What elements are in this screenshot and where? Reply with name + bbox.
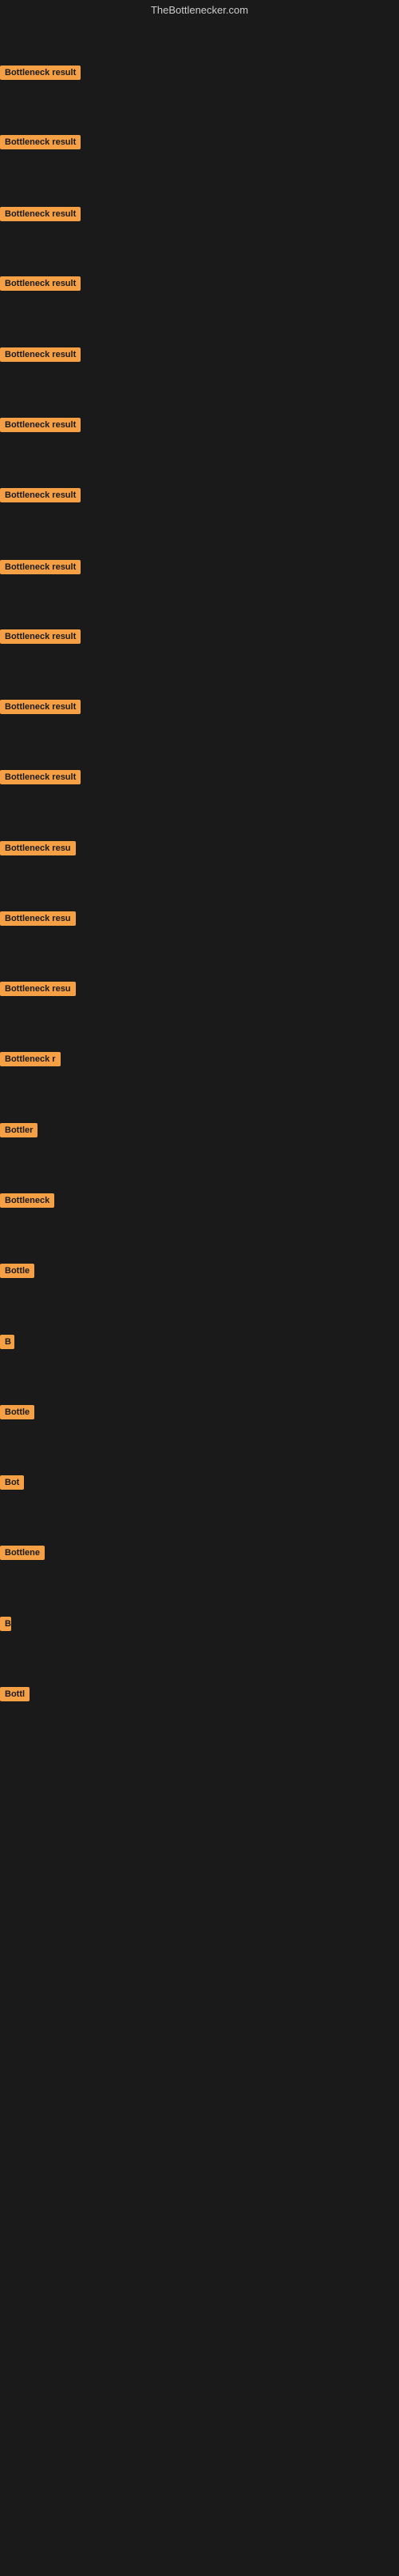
bottleneck-badge-6[interactable]: Bottleneck result <box>0 418 81 436</box>
bottleneck-badge-9[interactable]: Bottleneck result <box>0 629 81 648</box>
bottleneck-badge-19[interactable]: B <box>0 1335 14 1353</box>
bottleneck-badge-14[interactable]: Bottleneck resu <box>0 982 76 1000</box>
bottleneck-badge-label-24: Bottl <box>0 1687 30 1701</box>
bottleneck-badge-18[interactable]: Bottle <box>0 1264 34 1282</box>
bottleneck-badge-label-7: Bottleneck result <box>0 488 81 502</box>
bottleneck-badge-15[interactable]: Bottleneck r <box>0 1052 61 1070</box>
bottleneck-badge-1[interactable]: Bottleneck result <box>0 65 81 84</box>
bottleneck-badge-2[interactable]: Bottleneck result <box>0 135 81 153</box>
bottleneck-badge-24[interactable]: Bottl <box>0 1687 30 1705</box>
bottleneck-badge-label-14: Bottleneck resu <box>0 982 76 996</box>
bottleneck-badge-10[interactable]: Bottleneck result <box>0 700 81 718</box>
bottleneck-badge-label-22: Bottlene <box>0 1546 45 1560</box>
bottleneck-badge-label-1: Bottleneck result <box>0 65 81 80</box>
bottleneck-badge-label-10: Bottleneck result <box>0 700 81 714</box>
bottleneck-badge-label-19: B <box>0 1335 14 1349</box>
bottleneck-badge-label-20: Bottle <box>0 1405 34 1419</box>
bottleneck-badge-11[interactable]: Bottleneck result <box>0 770 81 788</box>
bottleneck-badge-label-16: Bottler <box>0 1123 38 1137</box>
bottleneck-badge-17[interactable]: Bottleneck <box>0 1193 54 1212</box>
bottleneck-badge-label-11: Bottleneck result <box>0 770 81 784</box>
bottleneck-badge-label-2: Bottleneck result <box>0 135 81 149</box>
bottleneck-badge-label-18: Bottle <box>0 1264 34 1278</box>
bottleneck-badge-label-23: B <box>0 1617 11 1631</box>
bottleneck-badge-16[interactable]: Bottler <box>0 1123 38 1141</box>
bottleneck-badge-7[interactable]: Bottleneck result <box>0 488 81 506</box>
bottleneck-badge-label-9: Bottleneck result <box>0 629 81 644</box>
bottleneck-badge-21[interactable]: Bot <box>0 1475 24 1494</box>
bottleneck-badge-label-15: Bottleneck r <box>0 1052 61 1066</box>
site-title: TheBottlenecker.com <box>0 0 399 20</box>
bottleneck-badge-12[interactable]: Bottleneck resu <box>0 841 76 859</box>
bottleneck-badge-label-17: Bottleneck <box>0 1193 54 1208</box>
bottleneck-badge-label-3: Bottleneck result <box>0 207 81 221</box>
bottleneck-badge-22[interactable]: Bottlene <box>0 1546 45 1564</box>
bottleneck-badge-23[interactable]: B <box>0 1617 11 1635</box>
bottleneck-badge-20[interactable]: Bottle <box>0 1405 34 1423</box>
bottleneck-badge-4[interactable]: Bottleneck result <box>0 276 81 295</box>
bottleneck-badge-3[interactable]: Bottleneck result <box>0 207 81 225</box>
bottleneck-badge-label-8: Bottleneck result <box>0 560 81 574</box>
bottleneck-badge-label-13: Bottleneck resu <box>0 911 76 926</box>
bottleneck-badge-label-4: Bottleneck result <box>0 276 81 291</box>
bottleneck-badge-label-6: Bottleneck result <box>0 418 81 432</box>
bottleneck-badge-label-5: Bottleneck result <box>0 347 81 362</box>
bottleneck-badge-5[interactable]: Bottleneck result <box>0 347 81 366</box>
bottleneck-badge-label-12: Bottleneck resu <box>0 841 76 855</box>
bottleneck-badge-label-21: Bot <box>0 1475 24 1490</box>
bottleneck-badge-13[interactable]: Bottleneck resu <box>0 911 76 930</box>
bottleneck-badge-8[interactable]: Bottleneck result <box>0 560 81 578</box>
